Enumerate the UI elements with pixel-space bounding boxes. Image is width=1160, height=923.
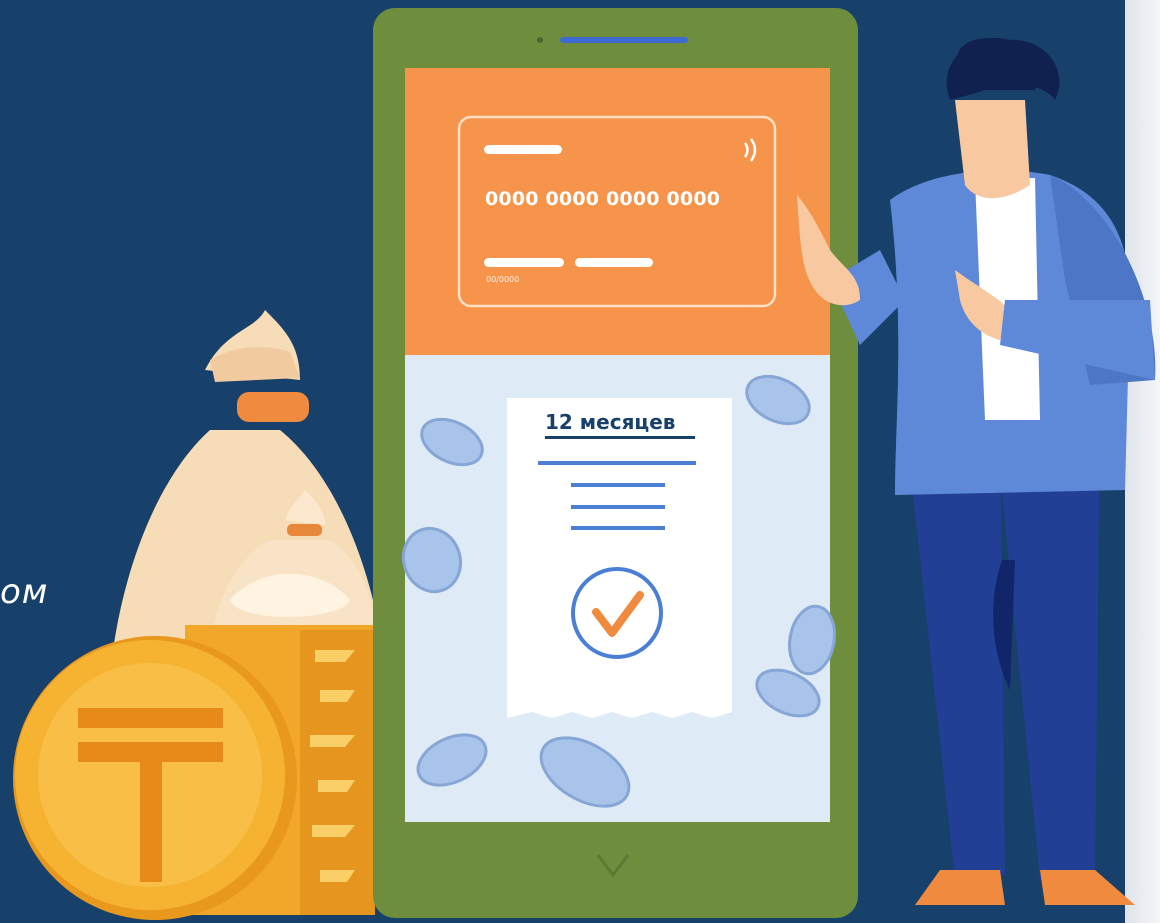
caption-text: ом (0, 572, 49, 612)
card-number: 0000 0000 0000 0000 (485, 188, 721, 210)
receipt-title: 12 месяцев (545, 410, 676, 434)
receipt (507, 398, 732, 718)
card-expiry: 00/0000 (486, 275, 520, 284)
illustration-art (13, 8, 1156, 920)
tenge-coin-icon (13, 636, 297, 920)
illustration-scene: ом 0000 0000 0000 0000 00/0000 12 месяце… (0, 0, 1160, 923)
